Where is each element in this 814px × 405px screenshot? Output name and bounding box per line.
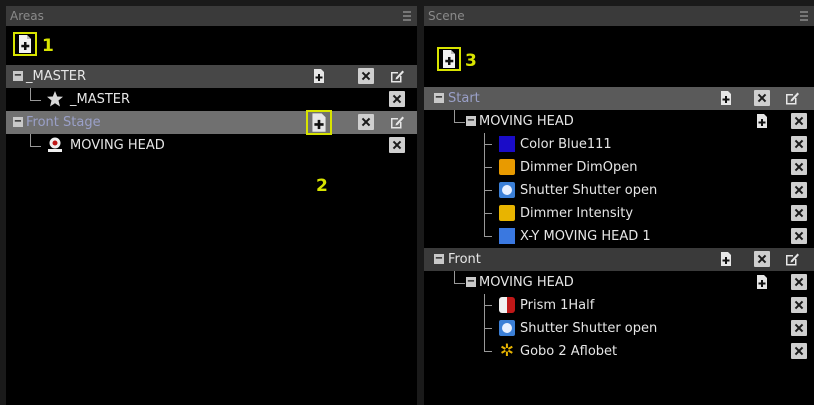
add-area-button[interactable] (13, 32, 37, 56)
delete-x-icon[interactable] (358, 68, 374, 84)
delete-x-icon[interactable] (791, 297, 807, 313)
scene-fixture-label: MOVING HEAD (479, 114, 574, 129)
add-page-icon[interactable] (718, 90, 734, 106)
prism-icon (499, 297, 515, 313)
collapse-icon[interactable]: − (466, 277, 476, 287)
scene-preset-shutter[interactable]: Shutter Shutter open (424, 179, 814, 202)
delete-x-icon[interactable] (791, 228, 807, 244)
callout-2: 2 (316, 176, 328, 196)
delete-x-icon[interactable] (389, 137, 405, 153)
preset-label: Prism 1Half (520, 298, 595, 313)
scene-preset-shutter-2[interactable]: Shutter Shutter open (424, 317, 814, 340)
preset-label: Dimmer Intensity (520, 206, 634, 221)
color-swatch-icon (499, 136, 515, 152)
scene-group-front[interactable]: − Front (424, 248, 814, 271)
delete-x-icon[interactable] (754, 251, 770, 267)
area-group-label: _MASTER (26, 69, 87, 84)
gobo-icon: ✲ (499, 341, 515, 361)
edit-icon[interactable] (389, 114, 405, 130)
delete-x-icon[interactable] (754, 90, 770, 106)
preset-label: Gobo 2 Aflobet (520, 344, 618, 359)
areas-panel-title: Areas (6, 6, 417, 26)
add-page-icon (19, 35, 31, 53)
delete-x-icon[interactable] (791, 182, 807, 198)
delete-x-icon[interactable] (791, 205, 807, 221)
position-icon (499, 228, 515, 244)
scene-panel-title: Scene (424, 6, 814, 26)
collapse-icon[interactable]: − (466, 116, 476, 126)
delete-x-icon[interactable] (791, 136, 807, 152)
callout-1: 1 (42, 36, 54, 56)
preset-label: Color Blue111 (520, 137, 612, 152)
scene-preset-dimmer-dimopen[interactable]: Dimmer DimOpen (424, 156, 814, 179)
shutter-icon (499, 182, 515, 198)
moving-head-icon (48, 137, 62, 152)
add-page-icon[interactable] (718, 251, 734, 267)
area-item-label: MOVING HEAD (70, 138, 165, 153)
add-scene-button[interactable] (437, 47, 461, 71)
scene-preset-color[interactable]: Color Blue111 (424, 133, 814, 156)
preset-label: X-Y MOVING HEAD 1 (520, 229, 651, 244)
intensity-icon (499, 205, 515, 221)
delete-x-icon[interactable] (791, 113, 807, 129)
edit-icon[interactable] (784, 90, 800, 106)
area-item-moving-head[interactable]: MOVING HEAD (6, 134, 417, 157)
collapse-icon[interactable]: − (434, 254, 444, 264)
add-page-icon[interactable] (311, 68, 327, 84)
preset-label: Shutter Shutter open (520, 321, 658, 336)
delete-x-icon[interactable] (791, 159, 807, 175)
scene-fixture-label: MOVING HEAD (479, 275, 574, 290)
dimmer-icon (499, 159, 515, 175)
panel-grip-icon[interactable] (403, 11, 411, 21)
add-page-icon (312, 113, 326, 132)
delete-x-icon[interactable] (791, 320, 807, 336)
area-group-label: Front Stage (26, 115, 101, 130)
delete-x-icon[interactable] (389, 91, 405, 107)
collapse-icon[interactable]: − (13, 71, 23, 81)
callout-3: 3 (465, 51, 477, 71)
add-page-icon[interactable] (754, 113, 770, 129)
add-page-icon (443, 50, 455, 68)
delete-x-icon[interactable] (791, 274, 807, 290)
scene-panel: Scene 3 − Start − MOVING HEAD Color Blue… (424, 6, 814, 405)
delete-x-icon[interactable] (791, 343, 807, 359)
add-page-icon[interactable] (754, 274, 770, 290)
scene-preset-xy[interactable]: X-Y MOVING HEAD 1 (424, 225, 814, 248)
scene-preset-prism[interactable]: Prism 1Half (424, 294, 814, 317)
edit-icon[interactable] (389, 68, 405, 84)
area-item-label: _MASTER (70, 92, 131, 107)
collapse-icon[interactable]: − (13, 117, 23, 127)
preset-label: Dimmer DimOpen (520, 160, 638, 175)
scene-fixture-moving-head[interactable]: − MOVING HEAD (424, 110, 814, 133)
delete-x-icon[interactable] (358, 114, 374, 130)
panel-grip-icon[interactable] (800, 11, 808, 21)
scene-fixture-moving-head-2[interactable]: − MOVING HEAD (424, 271, 814, 294)
scene-preset-gobo[interactable]: ✲ Gobo 2 Aflobet (424, 340, 814, 363)
scene-group-label: Start (448, 91, 480, 106)
preset-label: Shutter Shutter open (520, 183, 658, 198)
area-group-master[interactable]: − _MASTER (6, 65, 417, 88)
star-icon (47, 91, 63, 107)
scene-group-start[interactable]: − Start (424, 87, 814, 110)
area-group-front-stage[interactable]: − Front Stage (6, 110, 417, 135)
add-fixture-button[interactable] (306, 110, 332, 135)
scene-preset-dimmer-intensity[interactable]: Dimmer Intensity (424, 202, 814, 225)
area-item-master[interactable]: _MASTER (6, 88, 417, 111)
shutter-icon (499, 320, 515, 336)
scene-group-label: Front (448, 252, 481, 267)
collapse-icon[interactable]: − (434, 93, 444, 103)
areas-panel: Areas 1 − _MASTER _MASTER − Front Stage … (6, 6, 417, 405)
edit-icon[interactable] (784, 251, 800, 267)
